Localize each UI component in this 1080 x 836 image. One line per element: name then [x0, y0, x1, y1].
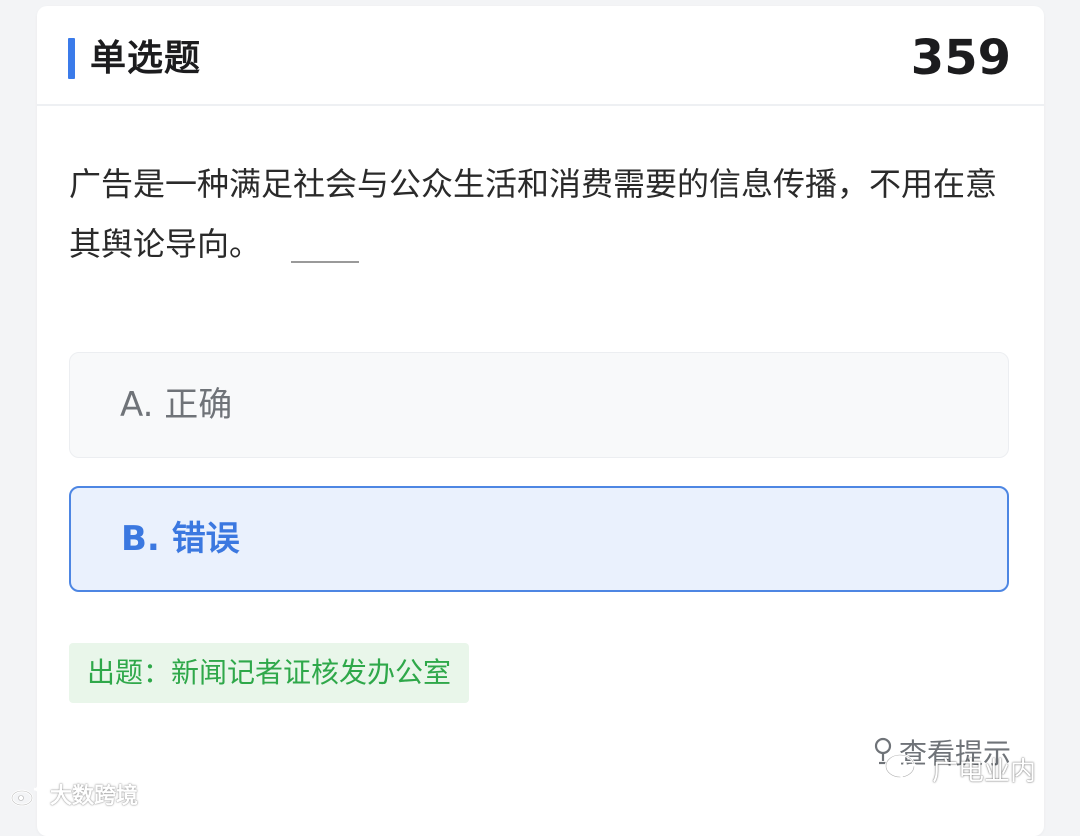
- option-b-letter: B.: [121, 519, 160, 559]
- source-badge: 出题：新闻记者证核发办公室: [69, 643, 470, 703]
- question-text-block: 广告是一种满足社会与公众生活和消费需要的信息传播，不用在意其舆论导向。: [69, 154, 1019, 274]
- watermark-right-text: 广电业内: [932, 757, 1037, 787]
- watermark-right: 广电业内: [882, 752, 1036, 790]
- question-text: 广告是一种满足社会与公众生活和消费需要的信息传播，不用在意其舆论导向。: [69, 165, 998, 263]
- weibo-icon: [10, 785, 44, 807]
- option-a[interactable]: A. 正确: [69, 352, 1009, 458]
- option-b-label: B. 错误: [121, 519, 240, 559]
- option-a-letter: A.: [120, 385, 154, 425]
- option-a-label: A. 正确: [120, 385, 232, 425]
- option-b[interactable]: B. 错误: [69, 486, 1009, 592]
- watermark-left: 大数跨境: [10, 782, 138, 812]
- wechat-icon: [884, 753, 925, 785]
- question-type-title: 单选题: [90, 38, 202, 79]
- answer-blank: [291, 261, 360, 263]
- option-b-text: 错误: [171, 519, 240, 559]
- question-number: 359: [910, 30, 1011, 86]
- card-header: 单选题 359: [37, 6, 1044, 106]
- watermark-left-text: 大数跨境: [50, 784, 139, 809]
- accent-bar: [68, 38, 75, 79]
- question-card: 单选题 359 广告是一种满足社会与公众生活和消费需要的信息传播，不用在意其舆论…: [37, 6, 1044, 836]
- option-a-text: 正确: [164, 385, 233, 425]
